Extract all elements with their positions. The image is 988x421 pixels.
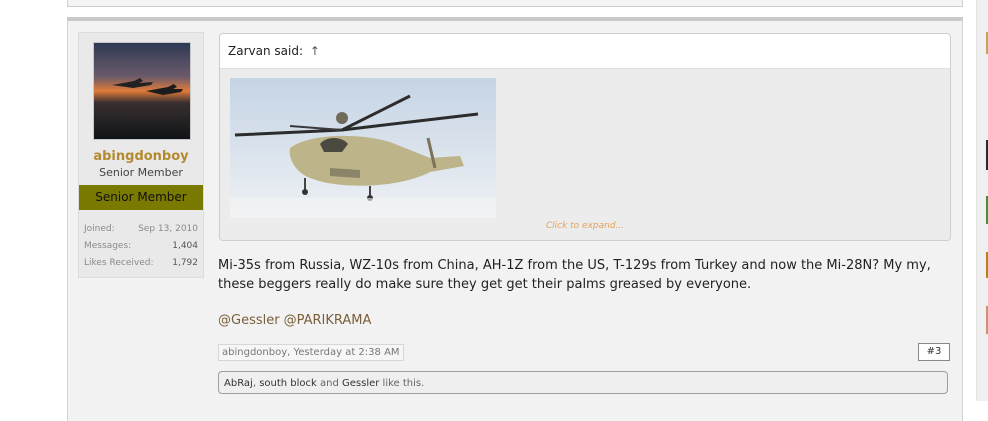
click-to-expand-link[interactable]: Click to expand... <box>220 221 950 231</box>
user-title: Senior Member <box>99 166 183 179</box>
like-user-link[interactable]: Gessler <box>342 378 379 389</box>
likes-summary: AbRaj, south block and Gessler like this… <box>218 371 948 394</box>
like-user-link[interactable]: south block <box>259 378 317 389</box>
helicopter-picture <box>230 78 496 218</box>
post-message-text: Mi-35s from Russia, WZ-10s from China, A… <box>218 258 931 292</box>
likes-separator: and <box>316 378 342 389</box>
stat-row-messages: Messages: 1,404 <box>84 241 198 258</box>
mentions-line: @Gessler @PARIKRAMA <box>218 313 375 328</box>
stat-label: Messages: <box>84 241 132 251</box>
post-number-link[interactable]: #3 <box>918 343 950 361</box>
stat-value: 1,792 <box>172 258 198 268</box>
username-link[interactable]: abingdonboy <box>79 149 203 164</box>
post-author-timestamp[interactable]: abingdonboy, Yesterday at 2:38 AM <box>218 344 404 361</box>
mention-link[interactable]: @Gessler <box>218 313 280 328</box>
mention-link[interactable]: @PARIKRAMA <box>284 313 372 328</box>
avatar[interactable] <box>93 42 191 140</box>
avatar-image <box>94 43 190 139</box>
previous-post-bottom <box>67 0 963 7</box>
stat-row-joined: Joined: Sep 13, 2010 <box>84 224 198 241</box>
user-rank-ribbon: Senior Member <box>79 185 203 210</box>
stat-row-likes: Likes Received: 1,792 <box>84 258 198 275</box>
stat-label: Likes Received: <box>84 258 154 268</box>
user-stats: Joined: Sep 13, 2010 Messages: 1,404 Lik… <box>84 224 198 275</box>
right-sidebar-edge <box>976 0 988 401</box>
stat-label: Joined: <box>84 224 115 234</box>
jump-to-quote-icon[interactable]: ↑ <box>310 44 320 58</box>
stat-value: Sep 13, 2010 <box>138 224 198 234</box>
quote-header: Zarvan said: ↑ <box>220 34 950 69</box>
quoted-helicopter-image[interactable] <box>230 78 496 218</box>
stat-value[interactable]: 1,404 <box>172 241 198 258</box>
likes-suffix: like this. <box>379 378 425 389</box>
like-user-link[interactable]: AbRaj <box>224 378 253 389</box>
quote-block: Zarvan said: ↑ Click to expand... <box>219 33 951 241</box>
quote-author: Zarvan said: <box>228 44 303 58</box>
user-info-block: abingdonboy Senior Member Senior Member … <box>78 32 204 278</box>
